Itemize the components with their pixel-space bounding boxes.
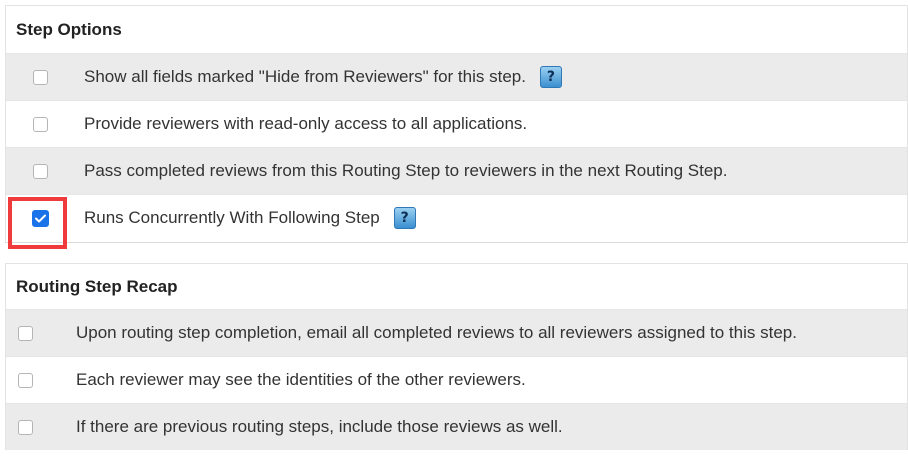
- see-identities-checkbox[interactable]: [17, 372, 33, 388]
- include-previous-reviews-checkbox[interactable]: [17, 419, 33, 435]
- runs-concurrently-label: Runs Concurrently With Following Step: [84, 208, 380, 227]
- step-options-panel: Step Options Show all fields marked "Hid…: [5, 5, 908, 249]
- read-only-access-checkbox[interactable]: [32, 116, 48, 132]
- runs-concurrently-checkbox[interactable]: [31, 209, 49, 227]
- see-identities-label: Each reviewer may see the identities of …: [76, 370, 526, 389]
- step-options-title: Step Options: [16, 19, 122, 39]
- pass-completed-reviews-label: Pass completed reviews from this Routing…: [84, 161, 728, 180]
- recap-row-email-reviews: Upon routing step completion, email all …: [6, 309, 907, 356]
- show-hidden-fields-label: Show all fields marked "Hide from Review…: [84, 67, 526, 86]
- step-option-row-pass-reviews: Pass completed reviews from this Routing…: [6, 147, 907, 194]
- step-option-row-read-only: Provide reviewers with read-only access …: [6, 100, 907, 147]
- show-hidden-fields-checkbox[interactable]: [32, 69, 48, 85]
- pass-completed-reviews-checkbox[interactable]: [32, 163, 48, 179]
- help-icon[interactable]: ?: [539, 66, 562, 88]
- recap-row-previous-steps: If there are previous routing steps, inc…: [6, 403, 907, 450]
- recap-row-identities: Each reviewer may see the identities of …: [6, 356, 907, 403]
- routing-step-recap-title: Routing Step Recap: [16, 276, 178, 296]
- include-previous-reviews-label: If there are previous routing steps, inc…: [76, 417, 563, 436]
- step-option-row-hide-fields: Show all fields marked "Hide from Review…: [6, 53, 907, 100]
- routing-step-recap-panel: Routing Step Recap Upon routing step com…: [5, 263, 908, 450]
- checkmark-icon: [34, 214, 46, 222]
- email-completed-reviews-label: Upon routing step completion, email all …: [76, 323, 797, 342]
- step-option-row-concurrent: Runs Concurrently With Following Step ?: [6, 194, 907, 249]
- email-completed-reviews-checkbox[interactable]: [17, 325, 33, 341]
- read-only-access-label: Provide reviewers with read-only access …: [84, 114, 528, 133]
- help-icon[interactable]: ?: [393, 207, 416, 229]
